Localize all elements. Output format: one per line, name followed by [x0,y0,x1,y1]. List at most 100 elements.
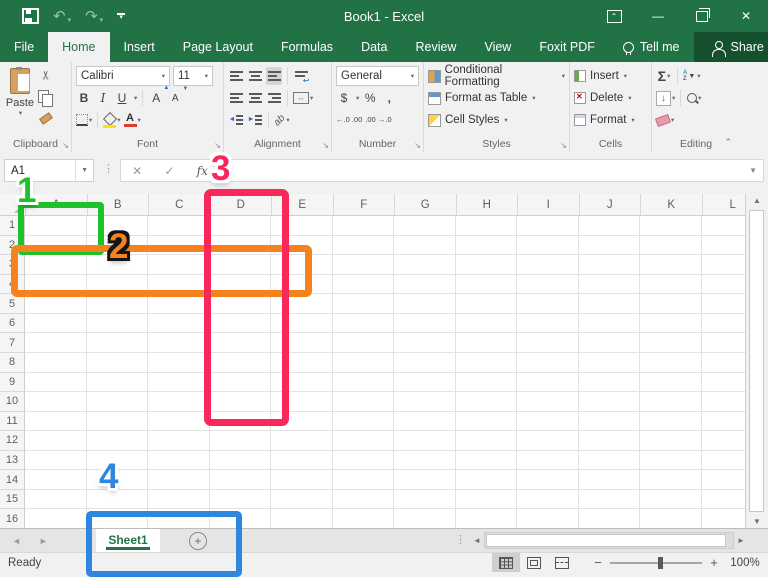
select-all-button[interactable] [0,194,26,215]
cell-a5[interactable] [25,294,87,314]
cell-g14[interactable] [394,470,456,490]
cell-g9[interactable] [394,373,456,393]
cell-c6[interactable] [148,314,210,334]
row-header-13[interactable]: 13 [0,451,25,471]
cell-h1[interactable] [456,216,518,236]
previous-sheet-icon[interactable]: ◄ [12,536,21,546]
row-header-11[interactable]: 11 [0,412,25,432]
cell-h4[interactable] [456,275,518,295]
cell-j15[interactable] [579,490,641,510]
cell-e15[interactable] [271,490,333,510]
tab-formulas[interactable]: Formulas [267,32,347,62]
cell-c8[interactable] [148,353,210,373]
cell-a7[interactable] [25,333,87,353]
cancel-button[interactable]: ✕ [132,164,142,178]
cell-c14[interactable] [148,470,210,490]
cell-k3[interactable] [640,255,702,275]
cell-c7[interactable] [148,333,210,353]
cell-g4[interactable] [394,275,456,295]
decrease-font-button[interactable]: A▼ [167,89,183,107]
row-header-16[interactable]: 16 [0,509,25,528]
cell-b5[interactable] [87,294,149,314]
column-header-j[interactable]: J [580,194,642,215]
scroll-right-icon[interactable]: ► [734,536,748,545]
cell-a11[interactable] [25,412,87,432]
name-box-dropdown-icon[interactable]: ▼ [75,160,93,181]
tab-view[interactable]: View [470,32,525,62]
cell-i16[interactable] [517,509,579,528]
cell-h9[interactable] [456,373,518,393]
cell-k9[interactable] [640,373,702,393]
cell-b8[interactable] [87,353,149,373]
cell-j9[interactable] [579,373,641,393]
cell-d10[interactable] [210,392,272,412]
cell-l12[interactable] [702,431,746,451]
row-header-15[interactable]: 15 [0,490,25,510]
restore-button[interactable] [680,0,724,32]
cell-h16[interactable] [456,509,518,528]
cell-c13[interactable] [148,451,210,471]
format-painter-button[interactable] [38,108,54,126]
cell-l3[interactable] [702,255,746,275]
cell-a14[interactable] [25,470,87,490]
column-header-i[interactable]: I [518,194,580,215]
cell-j14[interactable] [579,470,641,490]
cell-k4[interactable] [640,275,702,295]
cell-j1[interactable] [579,216,641,236]
cell-e9[interactable] [271,373,333,393]
alignment-dialog-launcher-icon[interactable]: ↘ [322,141,329,150]
scroll-left-icon[interactable]: ◄ [470,536,484,545]
insert-function-button[interactable]: fx [197,164,208,178]
cell-l11[interactable] [702,412,746,432]
font-dialog-launcher-icon[interactable]: ↘ [214,141,221,150]
cell-k6[interactable] [640,314,702,334]
cell-k16[interactable] [640,509,702,528]
cell-l14[interactable] [702,470,746,490]
cell-i2[interactable] [517,236,579,256]
cell-f3[interactable] [333,255,395,275]
cell-l13[interactable] [702,451,746,471]
cell-k12[interactable] [640,431,702,451]
cell-j6[interactable] [579,314,641,334]
font-color-button[interactable]: A▾ [124,111,141,129]
cell-i4[interactable] [517,275,579,295]
cell-e7[interactable] [271,333,333,353]
cell-l6[interactable] [702,314,746,334]
cell-b2[interactable] [87,236,149,256]
decrease-decimal-button[interactable]: .00 →.0 [365,111,391,129]
cell-i11[interactable] [517,412,579,432]
row-header-6[interactable]: 6 [0,314,25,334]
cell-a1[interactable] [25,216,87,236]
new-sheet-button[interactable]: + [189,532,207,550]
cell-l7[interactable] [702,333,746,353]
increase-indent-button[interactable] [247,111,263,129]
cell-a16[interactable] [25,509,87,528]
cut-icon[interactable]: ✂ [37,67,55,83]
row-header-9[interactable]: 9 [0,373,25,393]
cell-a9[interactable] [25,373,87,393]
cell-c3[interactable] [148,255,210,275]
cell-f2[interactable] [333,236,395,256]
formula-input[interactable]: ▼ [226,159,764,182]
next-sheet-icon[interactable]: ► [39,536,48,546]
row-header-1[interactable]: 1 [0,216,25,236]
row-header-5[interactable]: 5 [0,294,25,314]
cell-d11[interactable] [210,412,272,432]
cell-k8[interactable] [640,353,702,373]
cell-h3[interactable] [456,255,518,275]
column-header-b[interactable]: B [88,194,150,215]
wrap-text-button[interactable] [293,67,309,85]
horizontal-scroll-thumb[interactable] [486,534,726,547]
format-as-table-button[interactable]: Format as Table▾ [428,87,565,109]
row-header-8[interactable]: 8 [0,353,25,373]
cell-d9[interactable] [210,373,272,393]
percent-style-button[interactable]: % [362,89,378,107]
cell-g7[interactable] [394,333,456,353]
cell-i13[interactable] [517,451,579,471]
cell-f14[interactable] [333,470,395,490]
cell-h2[interactable] [456,236,518,256]
normal-view-button[interactable] [492,553,520,572]
cell-c15[interactable] [148,490,210,510]
cell-a13[interactable] [25,451,87,471]
cell-l10[interactable] [702,392,746,412]
